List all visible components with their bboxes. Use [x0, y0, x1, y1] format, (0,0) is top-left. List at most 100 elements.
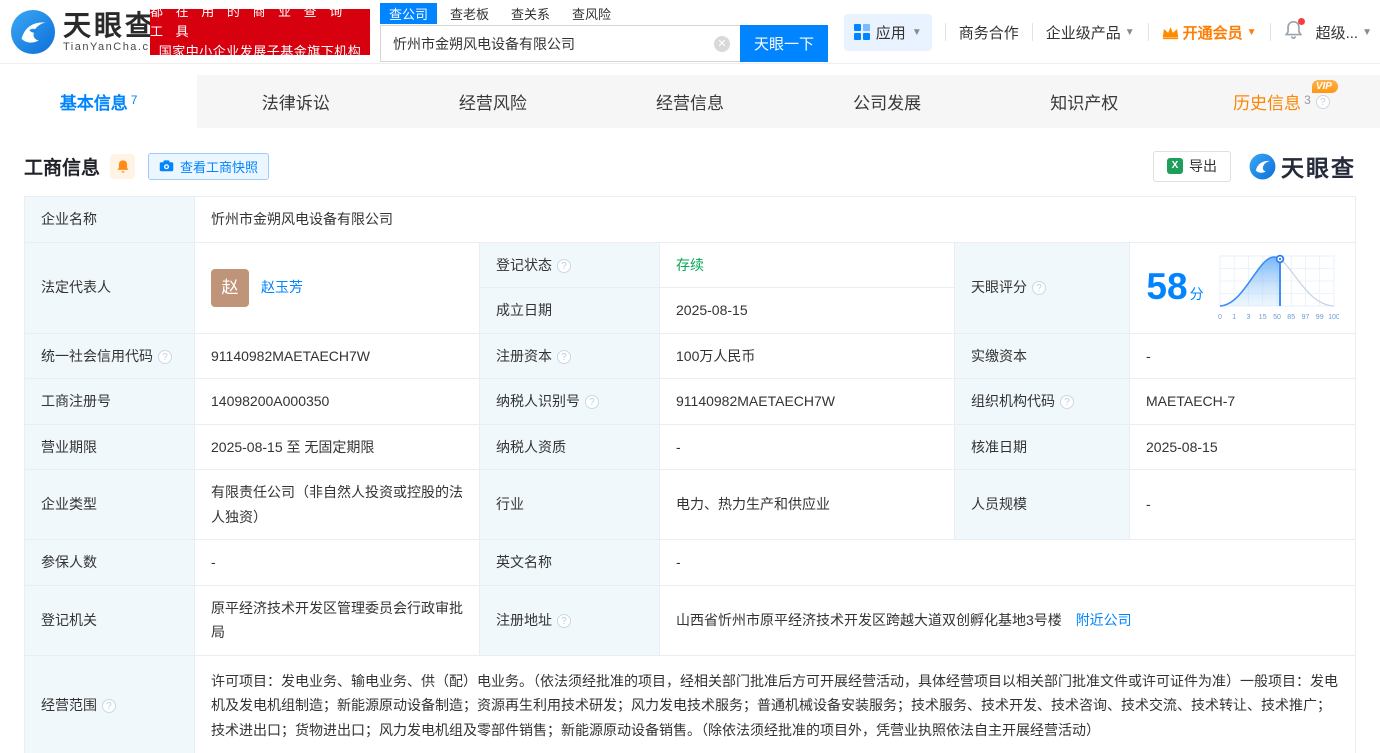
nav-apps[interactable]: 应用 ▼ — [844, 14, 932, 51]
tab-intellectual-property[interactable]: 知识产权 — [986, 75, 1183, 128]
help-icon[interactable]: ? — [1032, 281, 1046, 295]
search-tab-boss[interactable]: 查老板 — [441, 3, 498, 24]
tab-label: 知识产权 — [1050, 89, 1118, 114]
table-row: 经营范围? 许可项目：发电业务、输电业务、供（配）电业务。（依法须经批准的项目，… — [25, 655, 1356, 753]
camera-icon — [159, 160, 174, 172]
watermark-logo: 天眼查 — [1249, 149, 1356, 183]
apps-grid-icon — [854, 24, 870, 40]
table-row: 法定代表人 赵 赵玉芳 登记状态? 存续 天眼评分? 58分 — [25, 242, 1356, 288]
divider — [1270, 23, 1271, 41]
taxpayer-id-label: 纳税人识别号? — [480, 379, 660, 425]
tab-label: 公司发展 — [853, 89, 921, 114]
search-tab-relation[interactable]: 查关系 — [502, 3, 559, 24]
english-name-label: 英文名称 — [480, 540, 660, 586]
nav-user-account[interactable]: 超级... ▼ — [1316, 22, 1372, 43]
monitor-bell-button[interactable] — [110, 154, 135, 179]
legal-rep-link[interactable]: 赵玉芳 — [261, 275, 303, 300]
taxpayer-id-value: 91140982MAETAECH7W — [660, 379, 955, 425]
tab-basic-info[interactable]: 基本信息7 — [0, 75, 197, 128]
nav-enterprise-products[interactable]: 企业级产品 ▼ — [1046, 22, 1135, 43]
business-info-section-head: 工商信息 查看工商快照 X 导出 天眼查 — [24, 149, 1356, 183]
tab-company-development[interactable]: 公司发展 — [789, 75, 986, 128]
help-icon[interactable]: ? — [557, 350, 571, 364]
business-term-label: 营业期限 — [25, 424, 195, 470]
username: 超级... — [1316, 22, 1359, 43]
site-header: 天眼查 TianYanCha.com 都 在 用 的 商 业 查 询 工 具 国… — [0, 0, 1380, 64]
top-nav: 应用 ▼ 商务合作 企业级产品 ▼ 开通会员 ▼ 超级.. — [844, 0, 1372, 64]
avatar[interactable]: 赵 — [211, 269, 249, 307]
help-icon[interactable]: ? — [102, 699, 116, 713]
staff-size-value: - — [1130, 470, 1356, 540]
view-snapshot-button[interactable]: 查看工商快照 — [148, 153, 269, 180]
approval-date-value: 2025-08-15 — [1130, 424, 1356, 470]
tianyancha-logo-icon — [10, 9, 56, 55]
reg-number-label: 工商注册号 — [25, 379, 195, 425]
svg-text:85: 85 — [1287, 314, 1295, 321]
score-label: 天眼评分? — [955, 242, 1130, 333]
help-icon[interactable]: ? — [1060, 395, 1074, 409]
business-scope-value: 许可项目：发电业务、输电业务、供（配）电业务。（依法须经批准的项目，经相关部门批… — [195, 655, 1356, 753]
tianyan-score-cell[interactable]: 58分 — [1130, 242, 1356, 333]
banner-line1: 都 在 用 的 商 业 查 询 工 具 — [150, 2, 370, 42]
tab-count: 7 — [131, 93, 138, 107]
clear-search-icon[interactable]: ✕ — [714, 36, 730, 52]
table-row: 工商注册号 14098200A000350 纳税人识别号? 91140982MA… — [25, 379, 1356, 425]
search-input[interactable] — [380, 25, 740, 62]
search-area: 查公司 查老板 查关系 查风险 ✕ 天眼一下 — [380, 3, 828, 62]
tab-legal-litigation[interactable]: 法律诉讼 — [197, 75, 394, 128]
insured-value: - — [195, 540, 480, 586]
svg-text:15: 15 — [1258, 314, 1266, 321]
svg-text:1: 1 — [1232, 314, 1236, 321]
taxpayer-quality-label: 纳税人资质 — [480, 424, 660, 470]
reg-capital-value: 100万人民币 — [660, 333, 955, 379]
svg-text:3: 3 — [1246, 314, 1250, 321]
tab-operation-info[interactable]: 经营信息 — [591, 75, 788, 128]
credit-code-value: 91140982MAETAECH7W — [195, 333, 480, 379]
tab-label: 基本信息 — [60, 89, 128, 114]
paid-capital-label: 实缴资本 — [955, 333, 1130, 379]
vip-badge: VIP — [1312, 80, 1338, 93]
tab-label: 历史信息 — [1233, 89, 1301, 114]
business-info-table: 企业名称 忻州市金朔风电设备有限公司 法定代表人 赵 赵玉芳 登记状态? 存续 … — [24, 196, 1356, 753]
chevron-down-icon: ▼ — [912, 27, 922, 38]
bell-icon — [116, 159, 130, 174]
help-icon[interactable]: ? — [585, 395, 599, 409]
snapshot-label: 查看工商快照 — [180, 157, 258, 176]
site-logo[interactable]: 天眼查 TianYanCha.com — [10, 9, 168, 55]
org-code-value: MAETAECH-7 — [1130, 379, 1356, 425]
reg-authority-label: 登记机关 — [25, 585, 195, 655]
company-name-label: 企业名称 — [25, 197, 195, 243]
divider — [1148, 23, 1149, 41]
nav-business-cooperation[interactable]: 商务合作 — [959, 22, 1019, 43]
tab-history-info[interactable]: VIP 历史信息3 ? — [1183, 75, 1380, 128]
export-button[interactable]: X 导出 — [1153, 151, 1231, 182]
credit-code-label: 统一社会信用代码? — [25, 333, 195, 379]
crown-icon — [1162, 25, 1179, 40]
search-tab-company[interactable]: 查公司 — [380, 3, 437, 24]
establish-date-label: 成立日期 — [480, 288, 660, 334]
search-tab-risk[interactable]: 查风险 — [563, 3, 620, 24]
notifications-bell[interactable] — [1284, 20, 1303, 44]
taxpayer-quality-value: - — [660, 424, 955, 470]
svg-text:100: 100 — [1328, 314, 1339, 321]
industry-value: 电力、热力生产和供应业 — [660, 470, 955, 540]
help-icon[interactable]: ? — [557, 259, 571, 273]
section-title: 工商信息 — [24, 153, 100, 180]
industry-label: 行业 — [480, 470, 660, 540]
company-type-label: 企业类型 — [25, 470, 195, 540]
nav-open-vip[interactable]: 开通会员 ▼ — [1162, 22, 1257, 43]
help-icon[interactable]: ? — [1316, 95, 1330, 109]
nearby-companies-link[interactable]: 附近公司 — [1076, 612, 1132, 628]
tab-operation-risk[interactable]: 经营风险 — [394, 75, 591, 128]
company-type-value: 有限责任公司（非自然人投资或控股的法人独资） — [195, 470, 480, 540]
insured-label: 参保人数 — [25, 540, 195, 586]
help-icon[interactable]: ? — [158, 350, 172, 364]
reg-status-label: 登记状态? — [480, 242, 660, 288]
search-button[interactable]: 天眼一下 — [740, 25, 828, 62]
score-unit: 分 — [1190, 286, 1204, 302]
chevron-down-icon: ▼ — [1362, 27, 1372, 38]
reg-address-value: 山西省忻州市原平经济技术开发区跨越大道双创孵化基地3号楼 — [676, 612, 1062, 628]
nav-vip-label: 开通会员 — [1183, 22, 1243, 43]
table-row: 统一社会信用代码? 91140982MAETAECH7W 注册资本? 100万人… — [25, 333, 1356, 379]
help-icon[interactable]: ? — [557, 614, 571, 628]
